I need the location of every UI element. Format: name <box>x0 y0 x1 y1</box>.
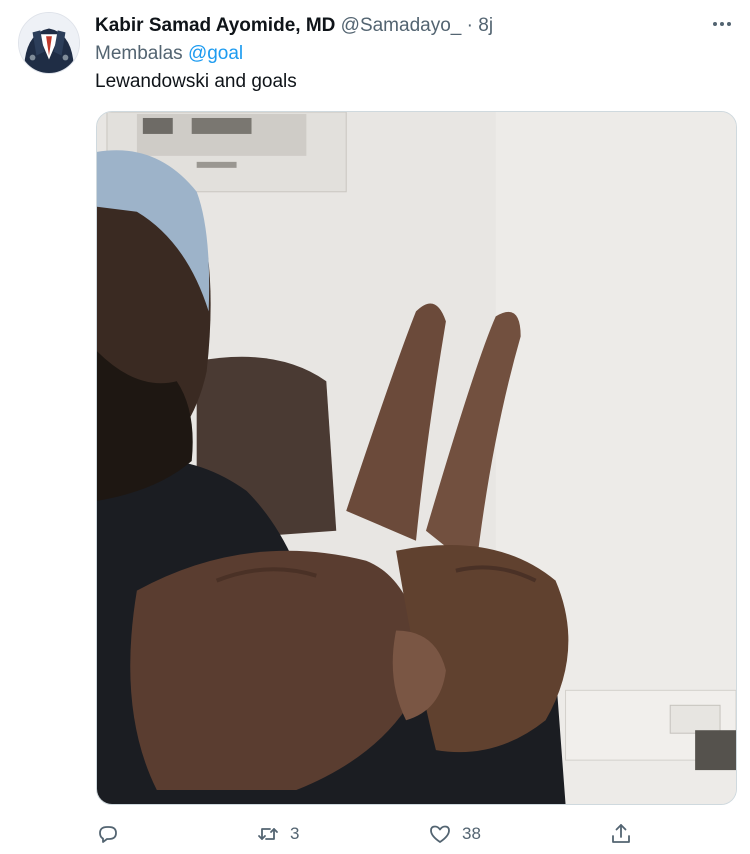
separator-dot: · <box>466 15 473 36</box>
reply-icon <box>96 822 120 846</box>
tweet: Kabir Samad Ayomide, MD @Samadayo_ · 8j … <box>0 0 750 854</box>
action-bar: 3 38 <box>96 818 656 850</box>
display-name[interactable]: Kabir Samad Ayomide, MD <box>95 15 335 36</box>
share-icon <box>609 822 633 846</box>
user-handle[interactable]: @Samadayo_ <box>341 15 462 36</box>
tweet-text: Lewandowski and goals <box>95 71 297 92</box>
reply-button[interactable] <box>96 818 120 850</box>
timestamp[interactable]: 8j <box>478 15 493 36</box>
retweet-icon <box>256 822 280 846</box>
tweet-photo[interactable] <box>96 111 737 805</box>
avatar[interactable] <box>18 12 80 74</box>
like-button[interactable]: 38 <box>428 818 481 850</box>
heart-icon <box>428 822 452 846</box>
more-options-icon[interactable] <box>708 12 736 36</box>
tweet-header: Kabir Samad Ayomide, MD @Samadayo_ · 8j <box>95 14 493 38</box>
reply-prefix: Membalas <box>95 43 183 64</box>
share-button[interactable] <box>609 818 633 850</box>
retweet-count: 3 <box>290 824 300 843</box>
like-count: 38 <box>462 824 481 843</box>
reply-context: Membalas @goal <box>95 42 243 66</box>
reply-mention-link[interactable]: @goal <box>188 43 243 64</box>
retweet-button[interactable]: 3 <box>256 818 299 850</box>
